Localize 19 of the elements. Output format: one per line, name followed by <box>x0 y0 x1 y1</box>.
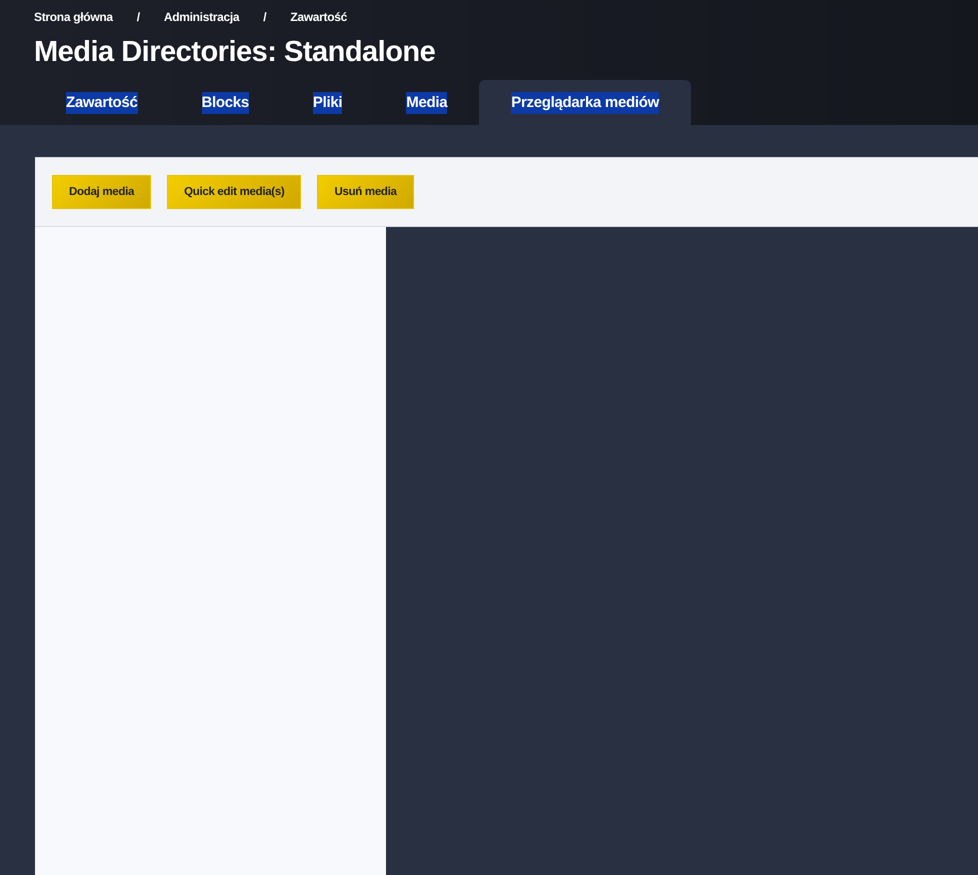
tab-label: Media <box>406 92 448 114</box>
action-button[interactable]: Quick edit media(s) <box>167 175 302 209</box>
breadcrumb-separator: / <box>136 10 140 24</box>
breadcrumb-link[interactable]: Strona główna <box>34 10 113 24</box>
breadcrumb-separator: / <box>263 10 266 24</box>
tab[interactable]: Przeglądarka mediów <box>479 80 691 125</box>
breadcrumb-link[interactable]: Zawartość <box>290 10 347 24</box>
tab-label: Zawartość <box>66 92 138 114</box>
tab-label: Pliki <box>312 92 342 114</box>
tab[interactable]: Blocks <box>170 80 281 125</box>
action-button[interactable]: Dodaj media <box>52 175 152 209</box>
tab[interactable]: Pliki <box>280 80 374 125</box>
breadcrumb-link[interactable]: Administracja <box>164 10 240 24</box>
tab[interactable]: Media <box>374 80 480 125</box>
tab-label: Przeglądarka mediów <box>511 92 659 114</box>
tab[interactable]: Zawartość <box>34 80 170 125</box>
page-title: Media Directories: Standalone <box>34 35 436 70</box>
action-button[interactable]: Usuń media <box>317 175 414 209</box>
tab-label: Blocks <box>202 92 249 114</box>
